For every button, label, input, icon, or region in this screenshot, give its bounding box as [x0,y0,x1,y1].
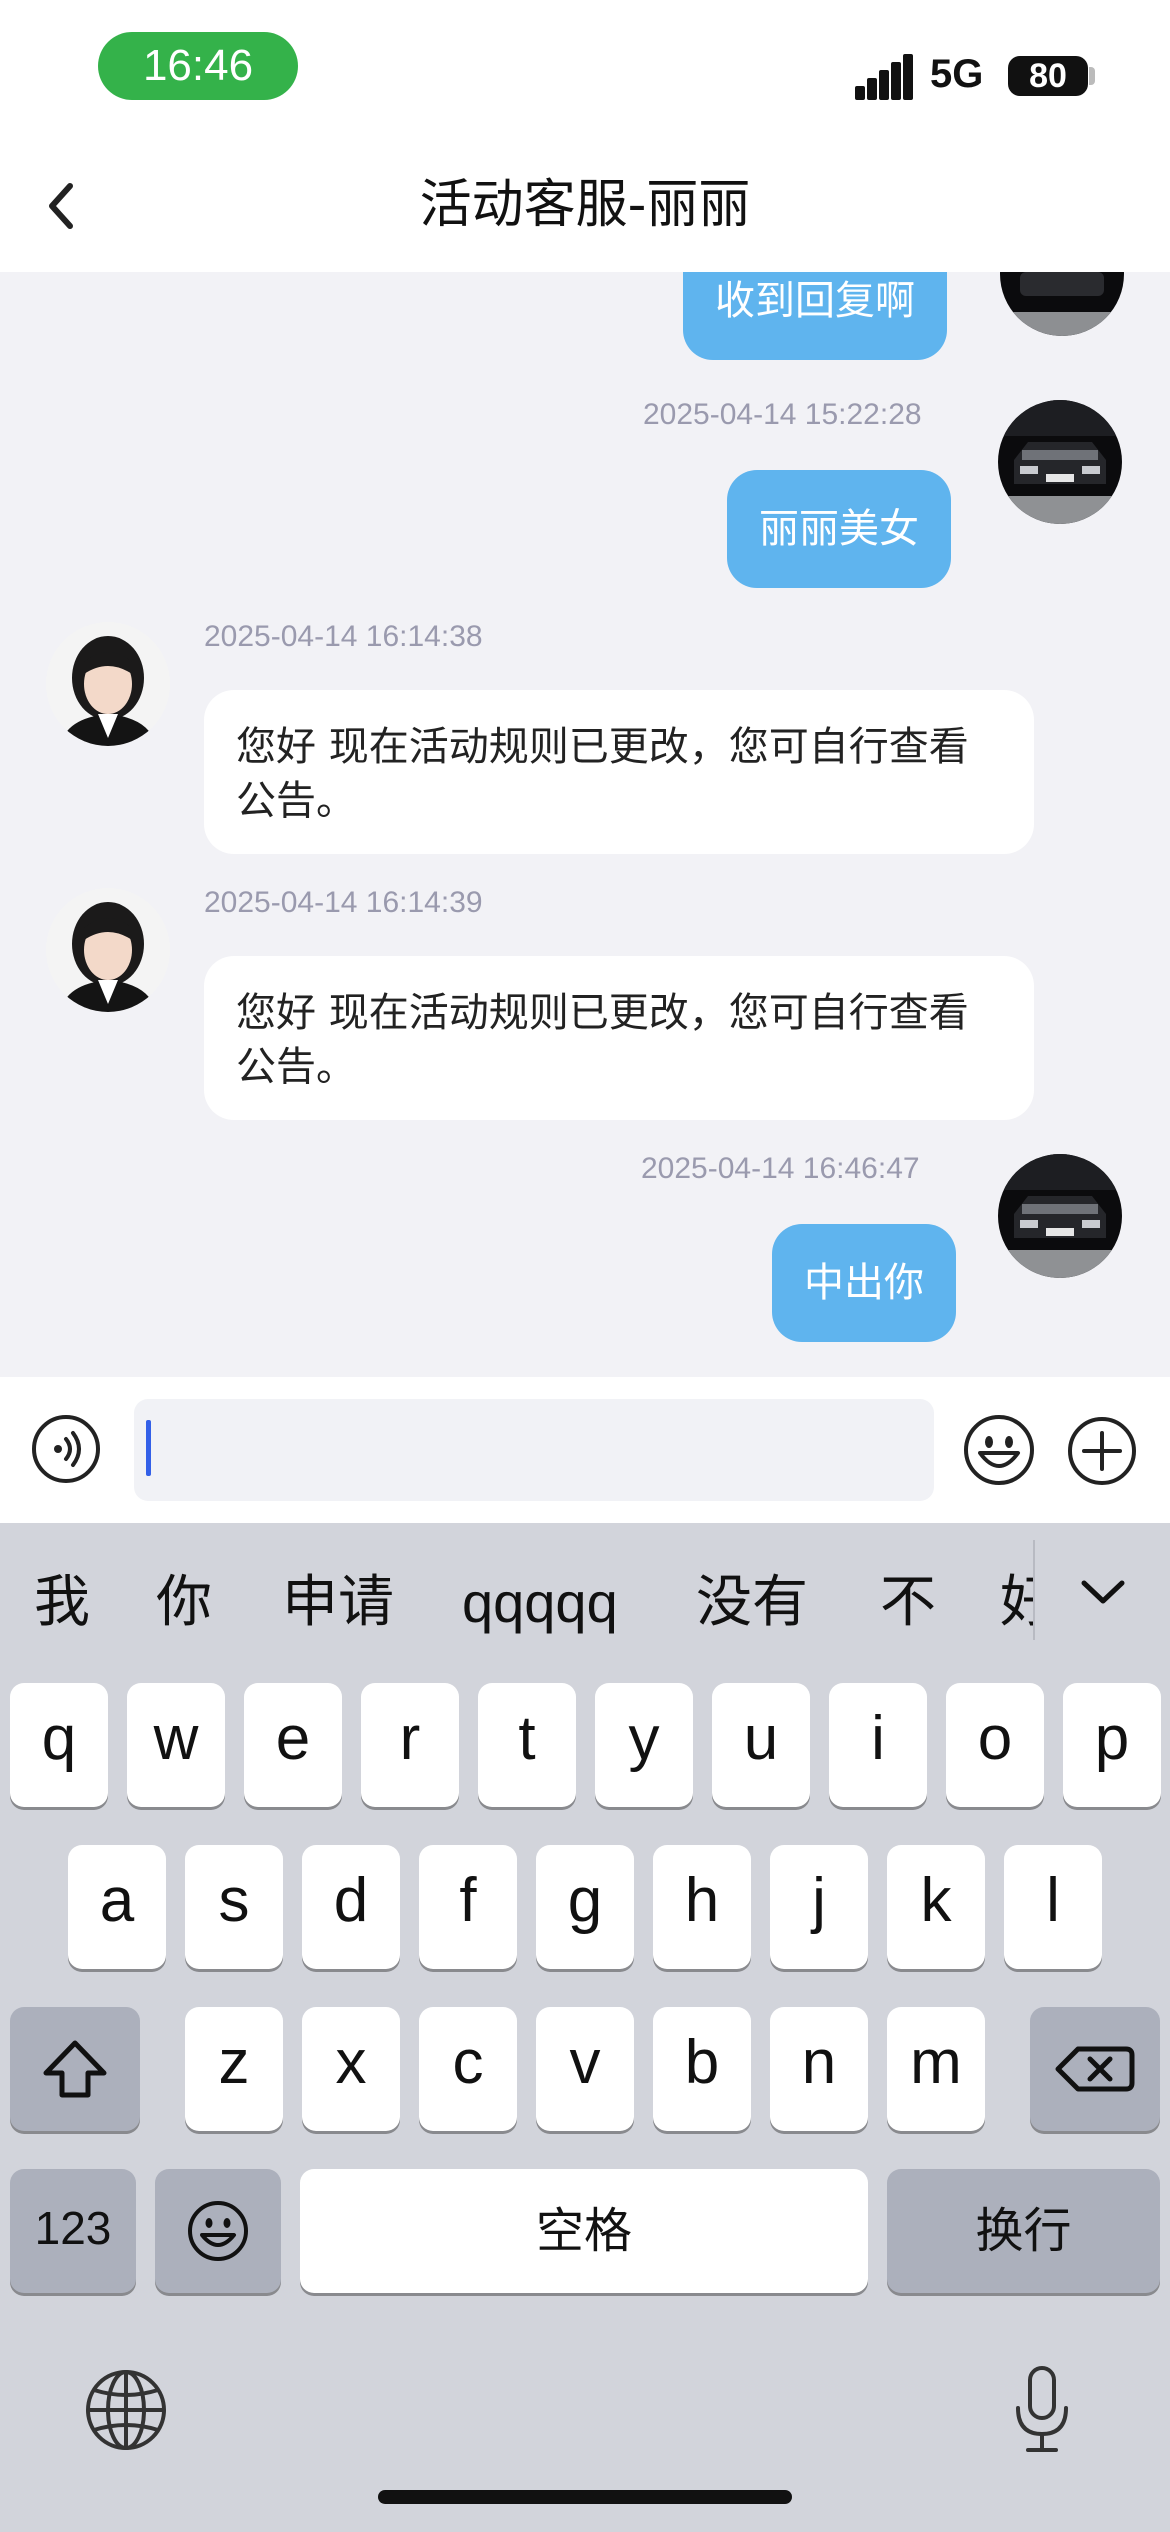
numbers-key[interactable]: 123 [10,2169,136,2293]
return-key[interactable]: 换行 [887,2169,1160,2293]
signal-icon [855,54,915,100]
key-m[interactable]: m [887,2007,985,2131]
key-q[interactable]: q [10,1683,108,1807]
candidate-word[interactable]: 没有 [696,1570,808,1636]
key-z[interactable]: z [185,2007,283,2131]
key-p[interactable]: p [1063,1683,1161,1807]
candidate-word[interactable]: 申请 [282,1570,394,1636]
text-caret [146,1420,151,1476]
key-k[interactable]: k [887,1845,985,1969]
candidate-word[interactable]: 你 [156,1570,212,1636]
key-r[interactable]: r [361,1683,459,1807]
space-key[interactable]: 空格 [300,2169,868,2293]
candidate-word[interactable]: qqqqq [462,1570,618,1636]
key-x[interactable]: x [302,2007,400,2131]
candidate-word[interactable]: 我 [34,1570,90,1636]
key-t[interactable]: t [478,1683,576,1807]
key-w[interactable]: w [127,1683,225,1807]
battery-icon: 80 [1008,56,1088,96]
chat-area[interactable]: 收到回复啊 2025-04-14 15:22:28 丽丽美女 2025-04-1… [0,272,1170,1377]
key-b[interactable]: b [653,2007,751,2131]
shift-key[interactable] [10,2007,140,2131]
emoji-icon [188,2201,248,2261]
message-timestamp: 2025-04-14 16:14:38 [204,620,483,653]
outgoing-message[interactable]: 中出你 [772,1224,956,1342]
key-d[interactable]: d [302,1845,400,1969]
agent-avatar[interactable] [46,888,170,1012]
my-avatar[interactable] [998,1154,1122,1278]
key-e[interactable]: e [244,1683,342,1807]
backspace-key[interactable] [1030,2007,1160,2131]
voice-icon[interactable] [30,1413,102,1485]
incoming-message[interactable]: 您好 现在活动规则已更改，您可自行查看公告。 [204,690,1034,854]
emoji-icon[interactable] [962,1413,1036,1487]
plus-icon[interactable] [1066,1415,1138,1487]
home-indicator [378,2490,792,2504]
backspace-icon [1055,2046,1135,2092]
my-avatar[interactable] [1000,272,1124,336]
key-f[interactable]: f [419,1845,517,1969]
key-i[interactable]: i [829,1683,927,1807]
key-v[interactable]: v [536,2007,634,2131]
key-j[interactable]: j [770,1845,868,1969]
chevron-down-icon[interactable] [1078,1573,1128,1613]
candidate-word[interactable]: 不 [880,1570,936,1636]
candidate-divider [1033,1540,1035,1640]
message-input[interactable] [134,1399,934,1501]
microphone-icon[interactable] [1010,2364,1074,2456]
key-u[interactable]: u [712,1683,810,1807]
message-timestamp: 2025-04-14 16:46:47 [641,1152,920,1185]
key-l[interactable]: l [1004,1845,1102,1969]
key-h[interactable]: h [653,1845,751,1969]
incoming-message[interactable]: 您好 现在活动规则已更改，您可自行查看公告。 [204,956,1034,1120]
globe-icon[interactable] [84,2368,168,2452]
message-timestamp: 2025-04-14 15:22:28 [643,398,922,431]
battery-cap [1089,67,1095,85]
shift-icon [43,2040,107,2098]
key-g[interactable]: g [536,1845,634,1969]
candidate-word[interactable]: 好 [1000,1570,1033,1636]
key-c[interactable]: c [419,2007,517,2131]
network-label: 5G [930,52,984,96]
emoji-key[interactable] [155,2169,281,2293]
status-time: 16:46 [98,32,298,100]
page-title: 活动客服-丽丽 [419,175,751,235]
my-avatar[interactable] [998,400,1122,524]
outgoing-message[interactable]: 丽丽美女 [727,470,951,588]
key-y[interactable]: y [595,1683,693,1807]
key-s[interactable]: s [185,1845,283,1969]
outgoing-message[interactable]: 收到回复啊 [683,272,947,360]
message-timestamp: 2025-04-14 16:14:39 [204,886,483,919]
key-o[interactable]: o [946,1683,1044,1807]
key-a[interactable]: a [68,1845,166,1969]
agent-avatar[interactable] [46,622,170,746]
key-n[interactable]: n [770,2007,868,2131]
